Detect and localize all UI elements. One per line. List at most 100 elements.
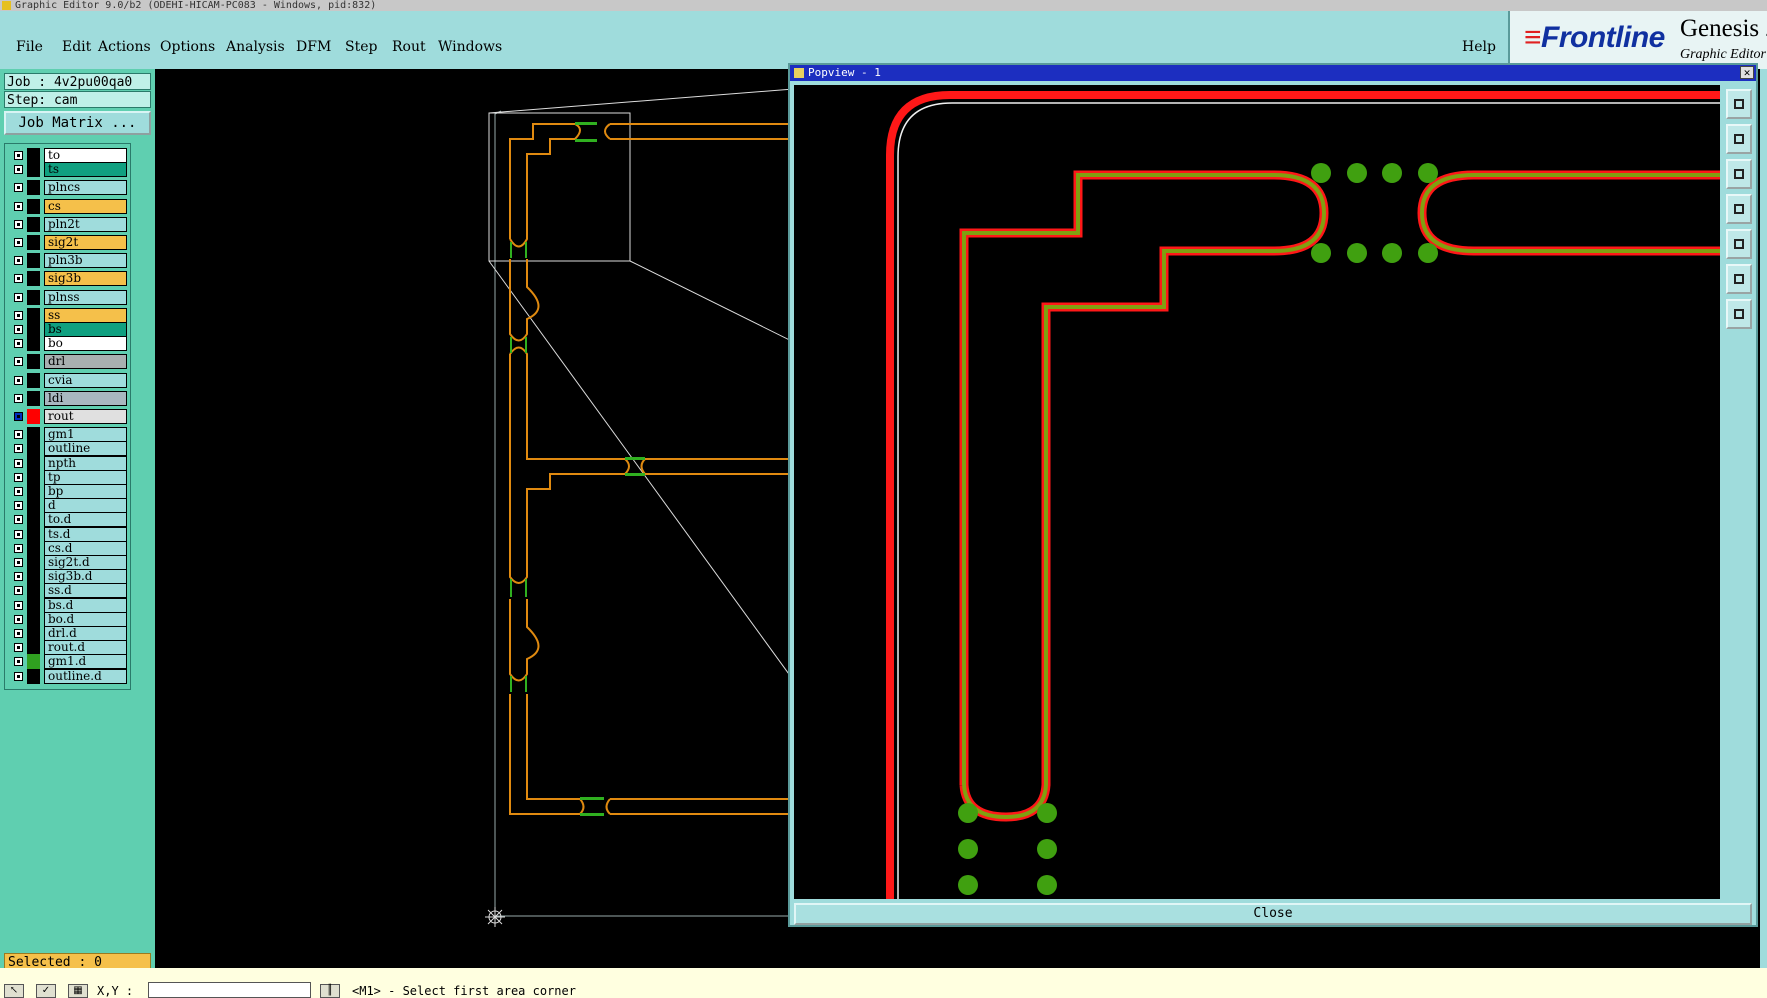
layer-checkbox[interactable] [14, 671, 23, 681]
layer-row-plncs[interactable]: plncs [8, 180, 127, 196]
layer-checkbox[interactable] [14, 543, 23, 553]
layer-color-swatch[interactable] [27, 235, 40, 250]
layer-color-swatch[interactable] [27, 198, 40, 214]
pan-left-button[interactable] [1726, 194, 1752, 224]
layer-checkbox[interactable] [14, 430, 23, 440]
layer-checkbox[interactable] [14, 614, 23, 624]
layer-color-swatch[interactable] [27, 148, 40, 163]
layer-name[interactable]: bs [44, 322, 127, 337]
layer-checkbox[interactable] [14, 487, 23, 496]
layer-checkbox[interactable] [14, 501, 23, 511]
layer-color-swatch[interactable] [27, 540, 40, 556]
layer-name[interactable]: bs.d [44, 597, 127, 613]
layer-checkbox[interactable] [14, 472, 23, 482]
layer-row-drl-d[interactable]: drl.d [8, 626, 127, 641]
check-tool-button[interactable]: ✓ [36, 984, 56, 998]
menu-windows[interactable]: Windows [438, 39, 502, 55]
layer-color-swatch[interactable] [27, 322, 40, 337]
zoom-in-button[interactable] [1726, 264, 1752, 294]
layer-name[interactable]: rout.d [44, 640, 127, 656]
layer-name[interactable]: plnss [44, 289, 127, 305]
layer-row-bo-d[interactable]: bo.d [8, 611, 127, 627]
layer-checkbox[interactable] [14, 339, 23, 349]
layer-row-rout[interactable]: rout [8, 409, 127, 424]
layer-color-swatch[interactable] [27, 626, 40, 641]
layer-checkbox[interactable] [14, 310, 23, 320]
layer-checkbox[interactable] [14, 572, 23, 582]
layer-name[interactable]: to.d [44, 512, 127, 528]
layer-color-swatch[interactable] [27, 253, 40, 269]
layer-checkbox[interactable] [14, 586, 23, 596]
layer-name[interactable]: ldi [44, 390, 127, 406]
layer-name[interactable]: sig3b [44, 271, 127, 287]
zoom-out-button[interactable] [1726, 299, 1752, 329]
xy-input[interactable] [148, 982, 311, 998]
layer-name[interactable]: bo [44, 336, 127, 352]
layer-color-swatch[interactable] [27, 427, 40, 443]
layer-color-swatch[interactable] [27, 512, 40, 528]
layer-color-swatch[interactable] [27, 455, 40, 471]
layer-row-ss[interactable]: ss [8, 307, 127, 323]
layer-name[interactable]: sig2t.d [44, 555, 127, 570]
layer-name[interactable]: ss [44, 307, 127, 323]
layer-color-swatch[interactable] [27, 498, 40, 514]
layer-checkbox[interactable] [14, 515, 23, 525]
layer-row-ldi[interactable]: ldi [8, 390, 127, 406]
layer-row-pln3b[interactable]: pln3b [8, 253, 127, 269]
layer-row-gm1[interactable]: gm1 [8, 427, 127, 443]
layer-color-swatch[interactable] [27, 307, 40, 323]
layer-color-swatch[interactable] [27, 409, 40, 424]
layer-color-swatch[interactable] [27, 611, 40, 627]
close-button[interactable]: Close [794, 903, 1752, 925]
layer-checkbox[interactable] [14, 325, 23, 334]
layer-checkbox[interactable] [14, 165, 23, 175]
layer-row-sig3b[interactable]: sig3b [8, 271, 127, 287]
pointer-tool-button[interactable]: ↖ [4, 984, 24, 998]
layer-color-swatch[interactable] [27, 336, 40, 352]
layer-checkbox[interactable] [14, 393, 23, 403]
layer-color-swatch[interactable] [27, 271, 40, 287]
layer-color-swatch[interactable] [27, 180, 40, 196]
layer-row-ts[interactable]: ts [8, 162, 127, 178]
layer-name[interactable]: gm1 [44, 427, 127, 443]
layer-color-swatch[interactable] [27, 469, 40, 485]
layer-name[interactable]: sig3b.d [44, 569, 127, 585]
pan-down-button[interactable] [1726, 159, 1752, 189]
layer-row-bs-d[interactable]: bs.d [8, 597, 127, 613]
layer-name[interactable]: bp [44, 484, 127, 499]
layer-checkbox[interactable] [14, 151, 23, 160]
job-matrix-button[interactable]: Job Matrix ... [4, 111, 151, 135]
layer-name[interactable]: cs [44, 198, 127, 214]
popview-titlebar[interactable]: Popview - 1 ✕ [790, 65, 1756, 81]
layer-color-swatch[interactable] [27, 289, 40, 305]
layer-row-cs[interactable]: cs [8, 198, 127, 214]
layer-row-npth[interactable]: npth [8, 455, 127, 471]
layer-checkbox[interactable] [14, 238, 23, 247]
menu-file[interactable]: File [16, 39, 43, 55]
layer-row-d[interactable]: d [8, 498, 127, 514]
layer-color-swatch[interactable] [27, 526, 40, 542]
layer-name[interactable]: gm1.d [44, 654, 127, 670]
layer-checkbox[interactable] [14, 183, 23, 193]
layer-checkbox[interactable] [14, 412, 23, 421]
grid-tool-button[interactable]: ▦ [68, 984, 88, 998]
layer-checkbox[interactable] [14, 256, 23, 266]
menu-rout[interactable]: Rout [392, 39, 426, 55]
layer-row-tp[interactable]: tp [8, 469, 127, 485]
layer-name[interactable]: cvia [44, 372, 127, 388]
layer-color-swatch[interactable] [27, 597, 40, 613]
layer-row-outline-d[interactable]: outline.d [8, 668, 127, 684]
layer-name[interactable]: drl.d [44, 626, 127, 641]
layer-checkbox[interactable] [14, 529, 23, 539]
layer-checkbox[interactable] [14, 375, 23, 385]
layer-checkbox[interactable] [14, 444, 23, 454]
layer-row-bo[interactable]: bo [8, 336, 127, 352]
layer-name[interactable]: d [44, 498, 127, 514]
layer-checkbox[interactable] [14, 600, 23, 610]
layer-row-sig3b-d[interactable]: sig3b.d [8, 569, 127, 585]
layer-row-bp[interactable]: bp [8, 484, 127, 499]
layer-color-swatch[interactable] [27, 354, 40, 370]
layer-name[interactable]: bo.d [44, 611, 127, 627]
layer-name[interactable]: sig2t [44, 235, 127, 250]
close-icon[interactable]: ✕ [1740, 66, 1754, 79]
